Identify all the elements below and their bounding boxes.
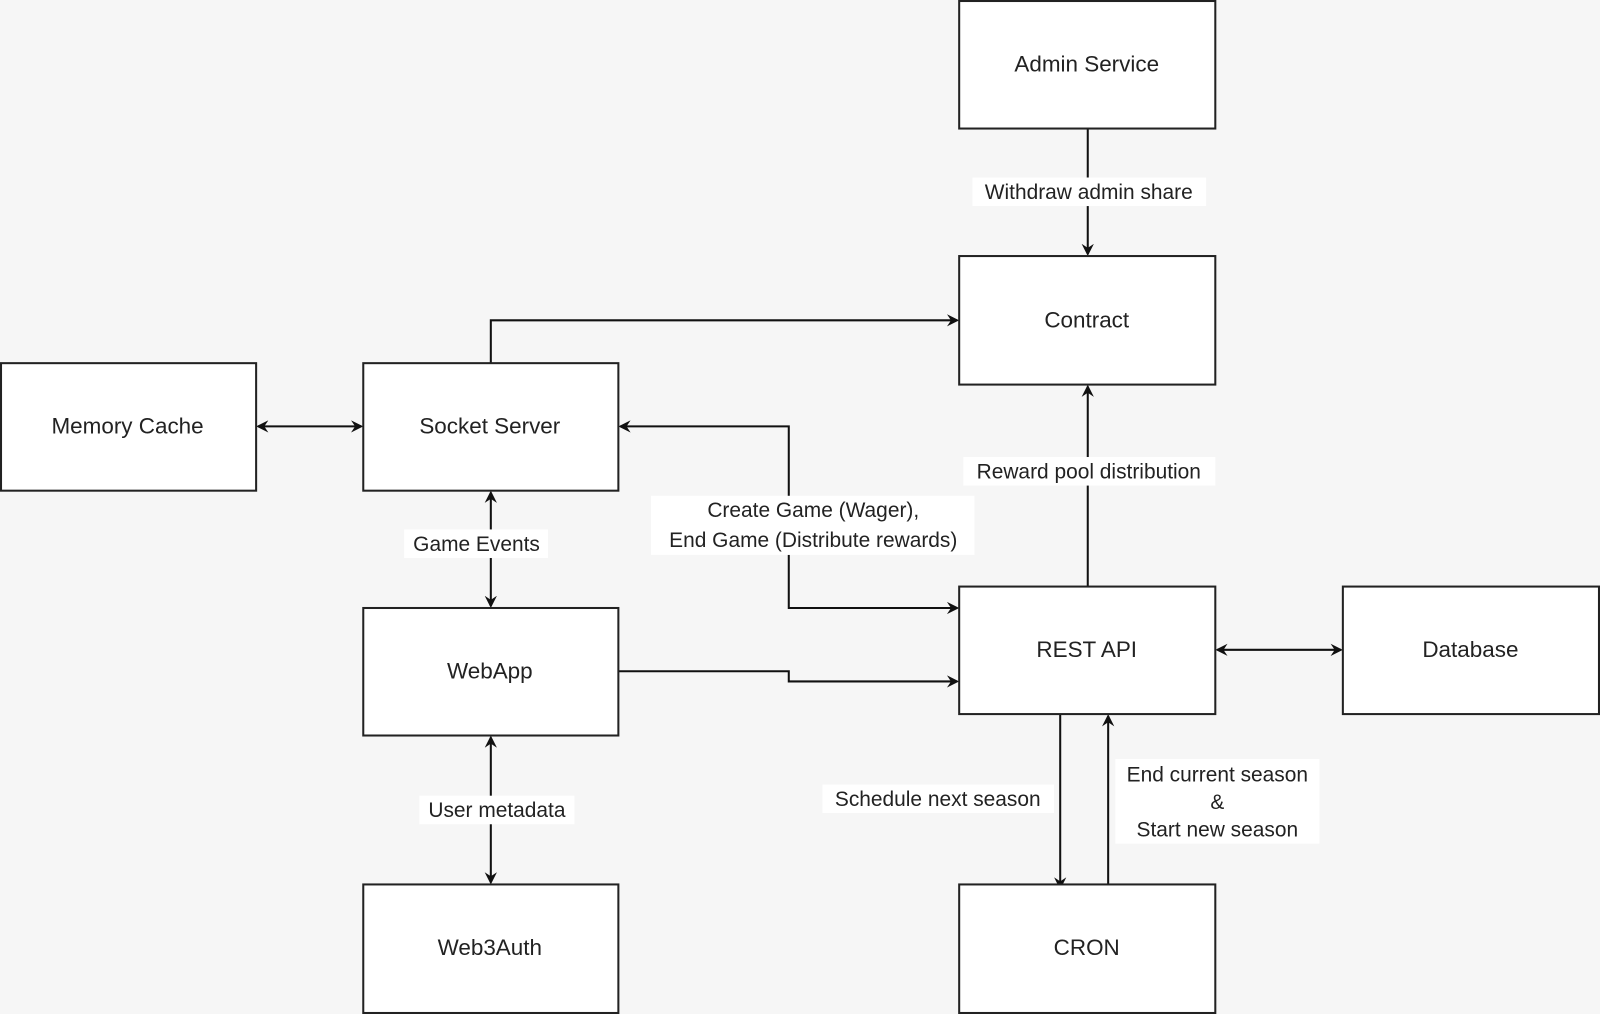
svg-text:WebApp: WebApp (447, 658, 533, 683)
svg-text:Admin Service: Admin Service (1014, 51, 1159, 76)
node-contract: Contract (958, 255, 1217, 386)
node-database: Database (1341, 585, 1600, 716)
label-create-game: Create Game (Wager), (707, 499, 919, 522)
label-game-events: Game Events (413, 533, 540, 556)
label-user-metadata: User metadata (428, 799, 566, 822)
label-start-new-season: Start new season (1137, 819, 1299, 842)
label-reward-pool: Reward pool distribution (977, 460, 1201, 483)
label-schedule-next: Schedule next season (835, 788, 1041, 811)
label-end-game: End Game (Distribute rewards) (669, 529, 957, 552)
svg-text:CRON: CRON (1054, 935, 1120, 960)
svg-text:Contract: Contract (1044, 307, 1130, 332)
label-end-current-season: End current season (1127, 763, 1308, 786)
node-rest-api: REST API (958, 585, 1217, 716)
label-ampersand: & (1210, 791, 1224, 814)
architecture-diagram: Withdraw admin share Reward pool distrib… (0, 0, 1600, 1014)
label-withdraw: Withdraw admin share (985, 181, 1193, 204)
node-web3auth: Web3Auth (362, 883, 620, 1014)
svg-text:REST API: REST API (1036, 637, 1137, 662)
node-cron: CRON (958, 883, 1217, 1014)
svg-text:Socket Server: Socket Server (419, 414, 560, 439)
node-webapp: WebApp (362, 606, 620, 737)
edge-webapp-to-rest (618, 670, 960, 688)
node-memory-cache: Memory Cache (0, 362, 258, 492)
svg-text:Memory Cache: Memory Cache (51, 414, 203, 439)
edge-socket-to-contract (489, 314, 960, 364)
svg-text:Web3Auth: Web3Auth (438, 935, 542, 960)
node-socket-server: Socket Server (362, 362, 620, 492)
svg-text:Database: Database (1422, 637, 1518, 662)
node-admin-service: Admin Service (958, 0, 1217, 130)
